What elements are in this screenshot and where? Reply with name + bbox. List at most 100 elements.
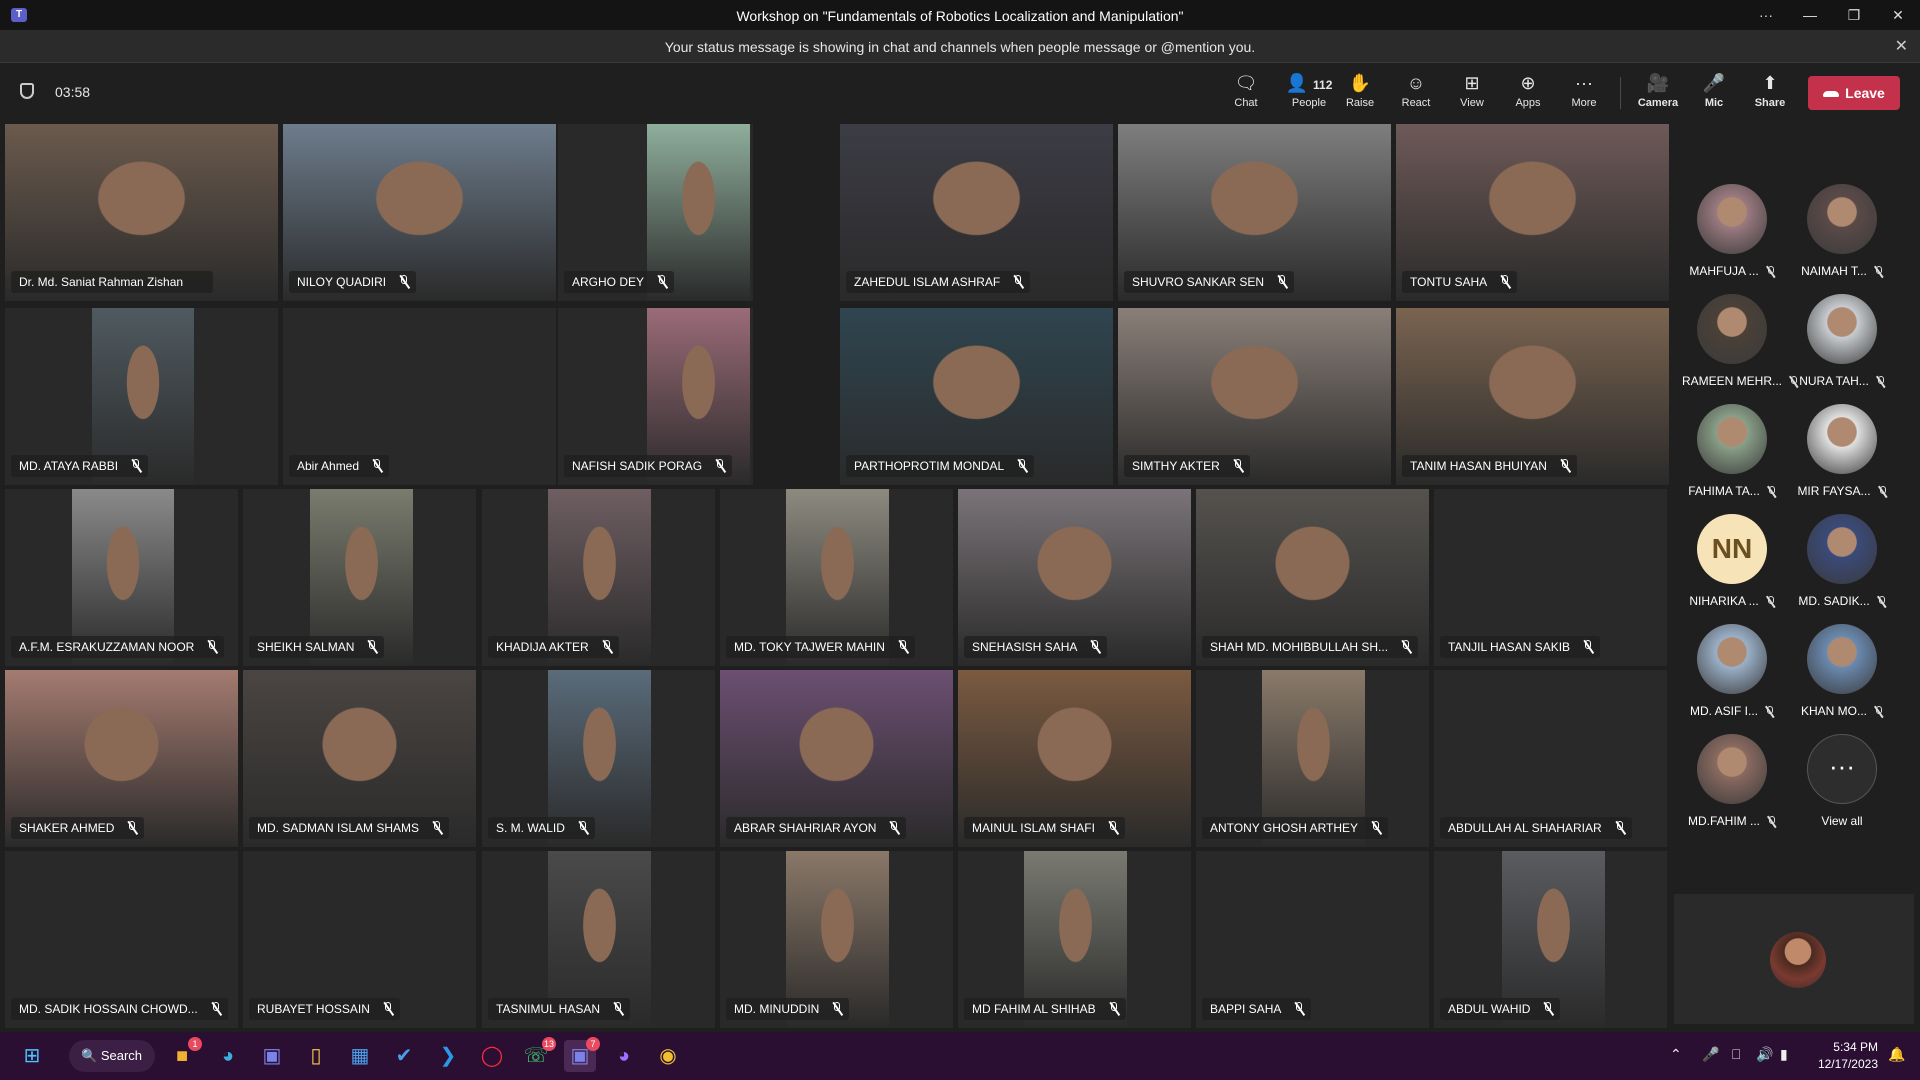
participant-tile[interactable]: MAINUL ISLAM SHAFI xyxy=(958,670,1191,847)
roster-participant[interactable]: MIR FAYSA... xyxy=(1792,404,1892,514)
participant-tile[interactable]: NAFISH SADIK PORAG xyxy=(558,308,753,485)
participant-tile[interactable]: TANIM HASAN BHUIYAN xyxy=(1396,308,1669,485)
raise-hand-button[interactable]: ✋ Raise xyxy=(1334,71,1386,109)
participant-tile[interactable]: MD. ATAYA RABBI xyxy=(5,308,278,485)
participant-name-label: MD. MINUDDIN xyxy=(726,998,850,1020)
mic-muted-icon xyxy=(579,821,587,835)
participant-tile[interactable]: MD. SADIK HOSSAIN CHOWD... xyxy=(5,851,238,1028)
microphone-tray-icon[interactable]: 🎤 xyxy=(1702,1046,1719,1063)
chevron-up-icon[interactable]: ⌃ xyxy=(1670,1046,1682,1063)
participant-tile[interactable]: Dr. Md. Saniat Rahman Zishan xyxy=(5,124,278,301)
participant-tile[interactable]: TONTU SAHA xyxy=(1396,124,1669,301)
roster-participant[interactable]: FAHIMA TA... xyxy=(1682,404,1782,514)
roster-participant[interactable]: NN NIHARIKA ... xyxy=(1682,514,1782,624)
notification-badge: 13 xyxy=(542,1037,556,1051)
participant-tile[interactable]: ABDULLAH AL SHAHARIAR xyxy=(1434,670,1667,847)
share-button[interactable]: ⬆ Share xyxy=(1744,71,1796,109)
participant-tile[interactable]: ABDUL WAHID xyxy=(1434,851,1667,1028)
participant-tile[interactable]: MD FAHIM AL SHIHAB xyxy=(958,851,1191,1028)
participant-name-label: S. M. WALID xyxy=(488,817,595,839)
participant-tile[interactable]: SHEIKH SALMAN xyxy=(243,489,476,666)
roster-name-row: FAHIMA TA... xyxy=(1682,484,1782,498)
windows-start-icon[interactable]: ⊞ xyxy=(16,1040,48,1072)
view-all-button[interactable]: ··· View all xyxy=(1792,734,1892,844)
roster-participant[interactable]: MAHFUJA ... xyxy=(1682,184,1782,294)
roster-participant[interactable]: NURA TAH... xyxy=(1792,294,1892,404)
participant-tile[interactable]: ANTONY GHOSH ARTHEY xyxy=(1196,670,1429,847)
close-window-button[interactable]: ✕ xyxy=(1876,0,1920,30)
roster-participant[interactable]: MD. SADIK... xyxy=(1792,514,1892,624)
react-button[interactable]: ☺ React xyxy=(1390,71,1442,109)
participant-tile[interactable]: RUBAYET HOSSAIN xyxy=(243,851,476,1028)
edge-browser-icon[interactable]: ◕ xyxy=(212,1040,244,1072)
notification-bell-icon[interactable]: 🔔 xyxy=(1888,1046,1905,1063)
apps-button[interactable]: ⊕ Apps xyxy=(1502,71,1554,109)
restore-button[interactable]: ❐ xyxy=(1832,0,1876,30)
participant-name-label: Dr. Md. Saniat Rahman Zishan xyxy=(11,271,214,293)
participant-tile[interactable]: SIMTHY AKTER xyxy=(1118,308,1391,485)
participant-tile[interactable]: TANJIL HASAN SAKIB xyxy=(1434,489,1667,666)
participant-tile[interactable]: SHAKER AHMED xyxy=(5,670,238,847)
sticky-notes-icon[interactable]: ■ 1 xyxy=(166,1037,202,1072)
participant-tile[interactable]: KHADIJA AKTER xyxy=(482,489,715,666)
battery-icon[interactable]: ▮ xyxy=(1780,1046,1788,1063)
teams-icon[interactable]: ▣ xyxy=(256,1040,288,1072)
participant-tile[interactable]: TASNIMUL HASAN xyxy=(482,851,715,1028)
network-icon[interactable]: ⎕ xyxy=(1732,1046,1740,1063)
vscode-icon[interactable]: ❯ xyxy=(432,1040,464,1072)
mic-button[interactable]: 🎤 Mic xyxy=(1688,71,1740,109)
roster-participant[interactable]: MD. ASIF I... xyxy=(1682,624,1782,734)
mic-muted-icon xyxy=(1616,821,1624,835)
window-more-button[interactable]: ··· xyxy=(1744,0,1788,30)
roster-participant[interactable]: MD.FAHIM ... xyxy=(1682,734,1782,844)
participant-tile[interactable]: MD. MINUDDIN xyxy=(720,851,953,1028)
participant-tile[interactable]: BAPPI SAHA xyxy=(1196,851,1429,1028)
camera-button[interactable]: 🎥 Camera xyxy=(1632,71,1684,109)
banner-close-icon[interactable]: ✕ xyxy=(1895,36,1908,56)
roster-participant[interactable]: RAMEEN MEHR... xyxy=(1682,294,1798,404)
roster-participant[interactable]: KHAN MO... xyxy=(1792,624,1892,734)
participant-tile[interactable]: NILOY QUADIRI xyxy=(283,124,556,301)
more-button[interactable]: ··· More xyxy=(1558,71,1610,109)
whatsapp-icon[interactable]: ☏ 13 xyxy=(520,1037,556,1072)
participant-tile[interactable]: SHAH MD. MOHIBBULLAH SH... xyxy=(1196,489,1429,666)
participant-tile[interactable]: A.F.M. ESRAKUZZAMAN NOOR xyxy=(5,489,238,666)
todo-icon[interactable]: ✔ xyxy=(388,1040,420,1072)
leave-button[interactable]: Leave xyxy=(1808,76,1900,110)
participant-tile[interactable]: ZAHEDUL ISLAM ASHRAF xyxy=(840,124,1113,301)
messenger-icon[interactable]: ◕ xyxy=(608,1040,640,1072)
add-apps-icon: ⊕ xyxy=(1520,73,1536,93)
roster-name-row: MIR FAYSA... xyxy=(1792,484,1892,498)
file-explorer-icon[interactable]: ▯ xyxy=(300,1040,332,1072)
participant-tile[interactable]: MD. TOKY TAJWER MAHIN xyxy=(720,489,953,666)
participant-tile[interactable]: SHUVRO SANKAR SEN xyxy=(1118,124,1391,301)
mic-muted-icon xyxy=(833,1002,841,1016)
clock[interactable]: 5:34 PM 12/17/2023 xyxy=(1818,1039,1878,1073)
participant-tile[interactable]: ARGHO DEY xyxy=(558,124,753,301)
participant-tile[interactable]: PARTHOPROTIM MONDAL xyxy=(840,308,1113,485)
chrome-icon[interactable]: ◉ xyxy=(652,1040,684,1072)
chat-button[interactable]: 🗨 Chat xyxy=(1220,71,1272,109)
store-icon[interactable]: ▦ xyxy=(344,1040,376,1072)
mic-muted-icon xyxy=(1561,459,1569,473)
people-button[interactable]: 👤 112 People xyxy=(1278,71,1340,109)
participant-tile[interactable]: SNEHASISH SAHA xyxy=(958,489,1191,666)
roster-participant[interactable]: NAIMAH T... xyxy=(1792,184,1892,294)
participant-name: MD. ATAYA RABBI xyxy=(19,459,119,473)
roster-name-row: NURA TAH... xyxy=(1792,374,1892,388)
participant-tile[interactable]: MD. SADMAN ISLAM SHAMS xyxy=(243,670,476,847)
volume-icon[interactable]: 🔊 xyxy=(1756,1046,1773,1063)
participant-name: ARGHO DEY xyxy=(572,275,645,289)
participant-tile[interactable]: Abir Ahmed xyxy=(283,308,556,485)
minimize-button[interactable]: — xyxy=(1788,0,1832,30)
self-view[interactable] xyxy=(1674,894,1914,1024)
window-title: Workshop on "Fundamentals of Robotics Lo… xyxy=(736,8,1184,24)
participant-tile[interactable]: ABRAR SHAHRIAR AYON xyxy=(720,670,953,847)
participant-tile[interactable]: S. M. WALID xyxy=(482,670,715,847)
participant-name-label: SNEHASISH SAHA xyxy=(964,636,1108,658)
taskbar-search[interactable]: 🔍 Search xyxy=(69,1040,155,1072)
opera-icon[interactable]: ◯ xyxy=(476,1040,508,1072)
participant-name-label: A.F.M. ESRAKUZZAMAN NOOR xyxy=(11,636,225,658)
teams-active-icon[interactable]: ▣ 7 xyxy=(564,1037,600,1072)
view-button[interactable]: ⊞ View xyxy=(1446,71,1498,109)
